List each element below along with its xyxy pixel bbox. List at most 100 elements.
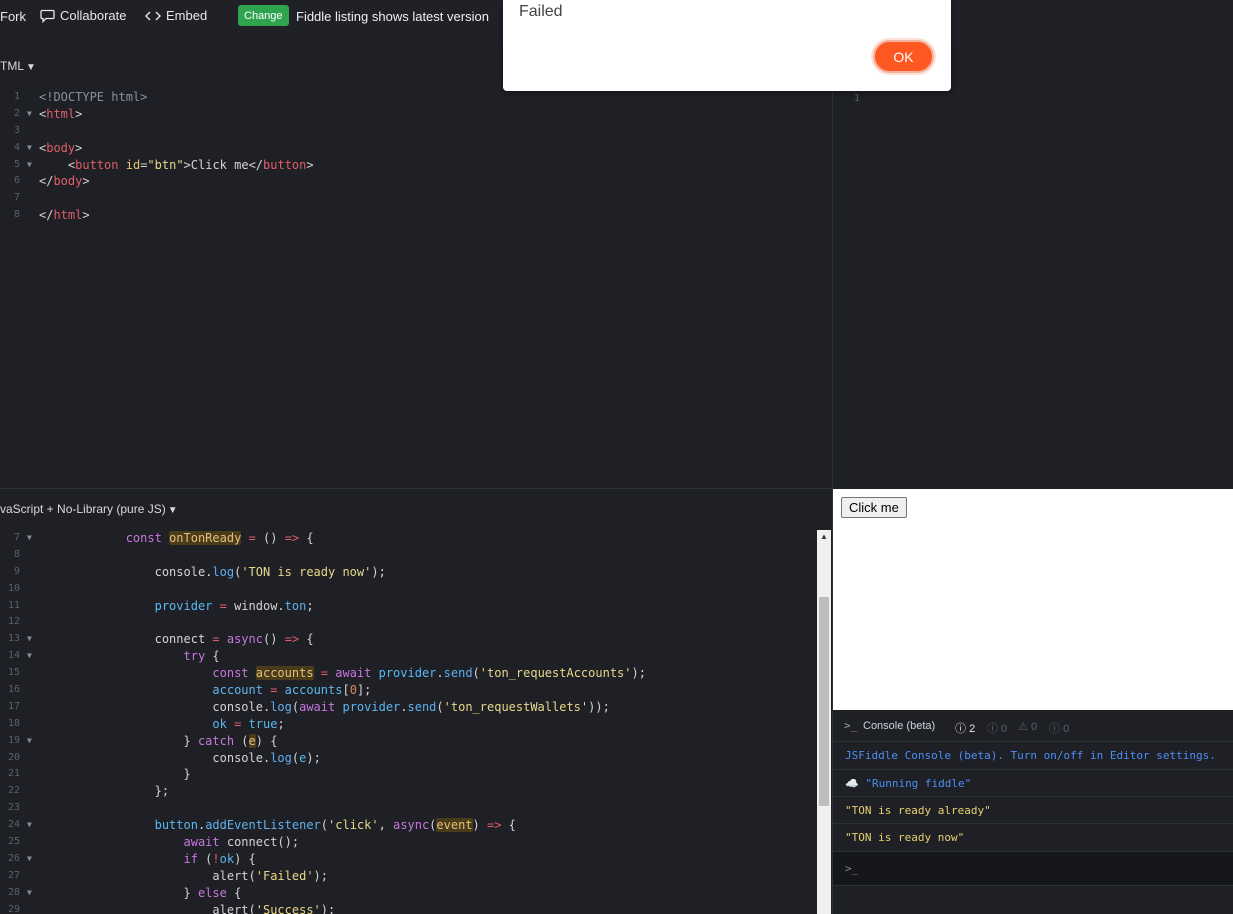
fold-arrow-icon[interactable]: ▼	[27, 140, 32, 157]
html-language-selector[interactable]: TML ▼	[0, 59, 36, 73]
code-line: alert('Success');	[39, 902, 336, 914]
fold-arrow-icon[interactable]: ▼	[27, 631, 32, 648]
log-count: 0	[1001, 723, 1008, 735]
console-row: ☁️ "Running fiddle"	[833, 769, 1233, 796]
line-number: 18	[7, 717, 20, 729]
css-editor-panel[interactable]	[833, 44, 1233, 488]
scroll-thumb[interactable]	[819, 597, 829, 806]
error-count-filter[interactable]: ⓘ 0	[1049, 720, 1069, 736]
fiddle-listing-text: Fiddle listing shows latest version	[296, 9, 489, 24]
code-line: if (!ok) {	[183, 851, 256, 866]
terminal-icon: >_	[844, 719, 858, 732]
code-line: } catch (e) {	[39, 733, 278, 748]
js-language-selector[interactable]: vaScript + No-Library (pure JS) ▼	[0, 502, 178, 516]
line-number: 3	[13, 124, 20, 136]
console-input[interactable]: >_	[833, 851, 1233, 885]
line-number: 5	[13, 158, 20, 170]
console-row: "TON is ready now"	[833, 823, 1233, 850]
line-number: 13	[7, 633, 20, 645]
console-prompt: >_	[845, 862, 859, 875]
fold-arrow-icon[interactable]: ▼	[27, 530, 32, 547]
line-number: 22	[7, 785, 20, 797]
alert-message: Failed	[519, 3, 563, 20]
line-number: 8	[13, 548, 20, 560]
console-row: JSFiddle Console (beta). Turn on/off in …	[833, 741, 1233, 768]
fold-arrow-icon[interactable]: ▼	[27, 851, 32, 868]
js-language-label: vaScript + No-Library (pure JS)	[0, 502, 166, 516]
info-count: 2	[969, 723, 976, 735]
line-number: 25	[7, 836, 20, 848]
code-line: console.log(e);	[39, 750, 321, 765]
js-code[interactable]: 7 ▼ const onTonReady = () => { 8 9 consol…	[0, 530, 816, 914]
fold-arrow-icon[interactable]: ▼	[27, 157, 32, 174]
line-number: 9	[13, 565, 20, 577]
collaborate-label: Collaborate	[60, 8, 127, 23]
js-scrollbar[interactable]: ▲	[817, 530, 831, 914]
fold-arrow-icon[interactable]: ▼	[27, 648, 32, 665]
line-number: 8	[13, 209, 20, 221]
fold-arrow-icon[interactable]: ▼	[27, 106, 32, 123]
info-icon: ⓘ	[955, 723, 966, 735]
error-count: 0	[1063, 723, 1070, 735]
line-number: 27	[7, 869, 20, 881]
embed-button[interactable]: Embed	[145, 8, 207, 23]
code-line: try {	[183, 649, 220, 664]
code-line: console.log('TON is ready now');	[39, 564, 386, 579]
console-row-text: "TON is ready already"	[845, 804, 991, 817]
warning-icon: ⚠	[1018, 721, 1028, 733]
line-number: 28	[7, 886, 20, 898]
code-line: button.addEventListener('click', async(e…	[154, 818, 516, 833]
code-line: const onTonReady = () => {	[125, 531, 314, 545]
code-line: alert('Failed');	[39, 868, 328, 883]
html-code[interactable]: 1 <!DOCTYPE html> 2 ▼ <html> 3 4 ▼ <body> 5 ▼ …	[0, 89, 820, 224]
code-line: connect = async() => {	[39, 632, 314, 647]
fork-label: Fork	[0, 9, 26, 24]
console-title[interactable]: Console (beta)	[863, 720, 935, 732]
chat-bubble-icon	[40, 9, 55, 23]
alert-dialog: Failed OK	[503, 0, 951, 91]
code-line: <body>	[39, 140, 83, 155]
console-row-text: "TON is ready now"	[845, 831, 965, 844]
code-line: } else {	[39, 885, 242, 900]
html-language-label: TML	[0, 59, 24, 73]
log-count-filter[interactable]: ⓘ 0	[987, 720, 1007, 736]
code-line: <button id="btn">Click me</button>	[67, 157, 314, 172]
scroll-up-arrow-icon[interactable]: ▲	[817, 530, 831, 544]
fold-arrow-icon[interactable]: ▼	[27, 885, 32, 902]
line-number: 1	[853, 93, 860, 104]
line-number: 29	[7, 903, 20, 914]
warn-count-filter[interactable]: ⚠ 0	[1018, 720, 1037, 733]
horizontal-divider[interactable]	[0, 488, 832, 489]
line-number: 11	[7, 599, 20, 611]
line-number: 12	[7, 616, 20, 628]
fold-arrow-icon[interactable]: ▼	[27, 733, 32, 750]
code-line: const accounts = await provider.send('to…	[212, 666, 646, 681]
line-number: 20	[7, 751, 20, 763]
line-number: 6	[13, 175, 20, 187]
code-line: <!DOCTYPE html>	[39, 90, 148, 104]
console-header: >_ Console (beta) ⓘ 2 ⓘ 0 ⚠ 0 ⓘ 0	[833, 710, 1233, 742]
result-click-me-button[interactable]: Click me	[841, 497, 907, 518]
alert-ok-button[interactable]: OK	[873, 40, 934, 73]
code-line: provider = window.ton;	[154, 598, 314, 613]
line-number: 7	[13, 532, 20, 543]
line-number: 14	[7, 650, 20, 662]
line-number: 26	[7, 852, 20, 864]
code-line: ok = true;	[212, 716, 285, 731]
line-number: 4	[13, 141, 20, 153]
code-line: account = accounts[0];	[212, 683, 372, 698]
fold-arrow-icon[interactable]: ▼	[27, 817, 32, 834]
code-line: await connect();	[183, 835, 300, 850]
fork-button[interactable]: Fork	[0, 9, 26, 24]
line-number: 10	[7, 582, 20, 594]
info-count-filter[interactable]: ⓘ 2	[955, 720, 975, 736]
line-number: 19	[7, 734, 20, 746]
collaborate-button[interactable]: Collaborate	[40, 8, 127, 23]
console-row: "TON is ready already"	[833, 796, 1233, 823]
error-icon: ⓘ	[1049, 723, 1060, 735]
caret-down-icon: ▼	[167, 505, 178, 516]
code-line: }	[39, 767, 191, 782]
code-line: };	[39, 784, 170, 799]
change-button[interactable]: Change	[238, 5, 289, 26]
console-row-text: "Running fiddle"	[865, 777, 972, 790]
